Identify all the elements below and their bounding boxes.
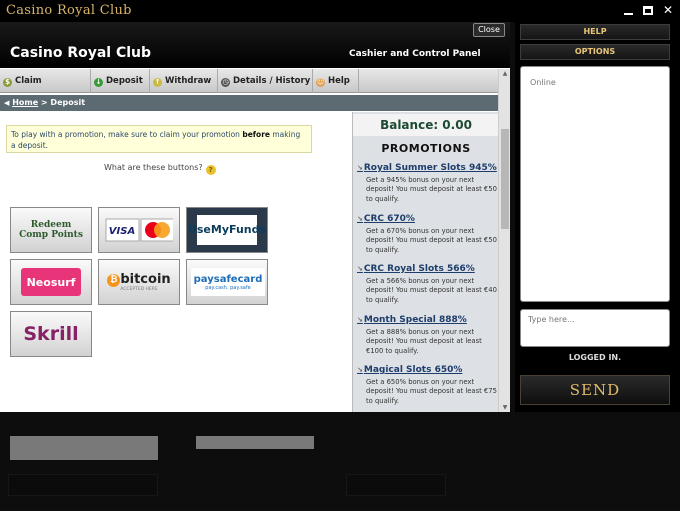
promotion-notice: To play with a promotion, make sure to c… xyxy=(6,125,312,153)
bitcoin-wordmark: ₿ bitcoin xyxy=(107,272,171,287)
maximize-icon[interactable] xyxy=(640,3,656,18)
promotion-desc: Get a 670% bonus on your next deposit! Y… xyxy=(366,227,497,254)
online-status: Online xyxy=(530,78,556,87)
close-icon[interactable]: ✕ xyxy=(660,3,676,18)
promotions-heading: PROMOTIONS xyxy=(381,142,471,155)
what-buttons-link[interactable]: What are these buttons?? xyxy=(104,163,216,175)
promotion-desc: Get a 650% bonus on your next deposit! Y… xyxy=(366,378,497,405)
help-icon: ☺ xyxy=(316,78,325,87)
chat-placeholder: Type here... xyxy=(528,315,575,324)
bitcoin-icon: ₿ xyxy=(107,274,121,287)
bitcoin-sub: ACCEPTED HERE xyxy=(120,287,158,292)
bitcoin-label: bitcoin xyxy=(120,272,171,287)
promotions-sidebar: Balance: 0.00 PROMOTIONS Royal Summer Sl… xyxy=(352,112,499,412)
what-buttons-text: What are these buttons? xyxy=(104,163,203,172)
promotion-desc: Get a 566% bonus on your next deposit! Y… xyxy=(366,277,497,304)
up-arrow-icon: ↑ xyxy=(153,78,162,87)
deposit-main: To play with a promotion, make sure to c… xyxy=(0,112,352,412)
scrollbar-thumb[interactable] xyxy=(501,129,509,229)
nav-claim-promotion[interactable]: $Claim Promotion xyxy=(0,69,91,110)
breadcrumb-separator: > xyxy=(38,98,51,107)
neosurf-logo: Neosurf xyxy=(21,268,81,296)
panel-title: Cashier and Control Panel xyxy=(349,49,481,59)
redeem-comp-points-button[interactable]: Redeem Comp Points xyxy=(10,207,92,253)
visa-mastercard-logo: VISA xyxy=(105,216,173,244)
minimize-icon[interactable] xyxy=(620,3,636,18)
visa-mastercard-button[interactable]: VISA xyxy=(98,207,180,253)
promotion-link[interactable]: CRC 670% xyxy=(357,214,497,224)
paysafecard-label: paysafecard xyxy=(193,273,263,285)
chat-log[interactable]: Online xyxy=(520,66,670,302)
nav-details-history[interactable]: ◷ Details / History xyxy=(218,69,313,93)
promotion-link[interactable]: Month Special 888% xyxy=(357,315,497,325)
options-button[interactable]: OPTIONS xyxy=(520,44,670,60)
usemyfunds-logo: UseMyFunds xyxy=(188,213,266,247)
brand-title: Casino Royal Club xyxy=(10,45,152,61)
paysafecard-logo: paysafecard pay.cash. pay.safe xyxy=(191,268,265,296)
chat-input[interactable]: Type here... xyxy=(520,309,670,347)
promotion-item: Royal Summer Slots 945% Get a 945% bonus… xyxy=(357,163,497,204)
promotion-item: Month Special 888% Get a 888% bonus on y… xyxy=(357,315,497,356)
nav-label: Deposit xyxy=(106,76,143,86)
game-bottom-bar xyxy=(0,412,680,511)
skrill-label: Skrill xyxy=(23,323,79,345)
cashier-nav: $Claim Promotion ↓Deposit ↑Withdraw ◷Det… xyxy=(0,69,498,110)
skrill-button[interactable]: Skrill xyxy=(10,311,92,357)
nav-help[interactable]: ☺ Help xyxy=(313,69,359,93)
dialog-header: Casino Royal Club Cashier and Control Pa… xyxy=(0,22,510,68)
paysafecard-sub: pay.cash. pay.safe xyxy=(205,284,251,291)
svg-text:VISA: VISA xyxy=(109,226,135,237)
card-logos-icon: VISA xyxy=(105,218,173,242)
paysafecard-button[interactable]: paysafecard pay.cash. pay.safe xyxy=(186,259,268,305)
balance-display: Balance: 0.00 xyxy=(353,114,499,136)
clock-icon: ◷ xyxy=(221,78,230,87)
close-button[interactable]: Close xyxy=(473,23,505,37)
promotion-desc: Get a 945% bonus on your next deposit! Y… xyxy=(366,176,497,203)
scroll-up-icon[interactable]: ▲ xyxy=(501,70,509,77)
promotion-item: CRC 670% Get a 670% bonus on your next d… xyxy=(357,214,497,255)
promotion-link[interactable]: Royal Summer Slots 945% xyxy=(357,163,497,173)
window-titlebar: Casino Royal Club ✕ xyxy=(0,0,680,22)
breadcrumb-current: Deposit xyxy=(50,98,86,107)
nav-deposit[interactable]: ↓ Deposit xyxy=(91,69,150,93)
promotion-item: CRC Royal Slots 566% Get a 566% bonus on… xyxy=(357,264,497,305)
chat-panel: HELP OPTIONS Online Type here... LOGGED … xyxy=(515,22,680,412)
redeem-label: Redeem Comp Points xyxy=(19,220,83,240)
promotion-desc: Get a 888% bonus on your next deposit! Y… xyxy=(366,328,482,355)
notice-bold: before xyxy=(242,130,270,139)
nav-label: Help xyxy=(328,76,350,86)
breadcrumb: ◀ Home > Deposit xyxy=(0,95,498,111)
neosurf-button[interactable]: Neosurf xyxy=(10,259,92,305)
neosurf-label: Neosurf xyxy=(26,275,76,289)
skrill-logo: Skrill xyxy=(17,320,85,348)
breadcrumb-home[interactable]: Home xyxy=(12,98,38,107)
nav-label: Details / History xyxy=(233,76,311,86)
help-button[interactable]: HELP xyxy=(520,24,670,40)
question-icon[interactable]: ? xyxy=(205,165,216,175)
nav-label: Withdraw xyxy=(165,76,212,86)
coin-icon: $ xyxy=(3,78,12,87)
dim-overlay xyxy=(0,412,680,511)
down-arrow-icon: ↓ xyxy=(94,78,103,87)
send-button[interactable]: SEND xyxy=(520,375,670,405)
bitcoin-button[interactable]: ₿ bitcoin ACCEPTED HERE xyxy=(98,259,180,305)
scroll-down-icon[interactable]: ▼ xyxy=(501,404,509,411)
window-title: Casino Royal Club xyxy=(6,3,132,18)
promotion-link[interactable]: CRC Royal Slots 566% xyxy=(357,264,497,274)
notice-text: To play with a promotion, make sure to c… xyxy=(11,130,243,139)
promotion-link[interactable]: Magical Slots 650% xyxy=(357,365,497,375)
triangle-icon: ◀ xyxy=(4,99,10,107)
nav-withdraw[interactable]: ↑ Withdraw xyxy=(150,69,218,93)
usemyfunds-label: UseMyFunds xyxy=(187,223,267,236)
usemyfunds-button[interactable]: UseMyFunds xyxy=(186,207,268,253)
login-status: LOGGED IN. xyxy=(568,353,622,362)
dialog-scrollbar[interactable]: ▲ ▼ xyxy=(498,69,510,412)
bitcoin-logo: ₿ bitcoin ACCEPTED HERE xyxy=(105,268,173,296)
promotion-item: Magical Slots 650% Get a 650% bonus on y… xyxy=(357,365,497,406)
cashier-dialog: Casino Royal Club Cashier and Control Pa… xyxy=(0,22,510,412)
